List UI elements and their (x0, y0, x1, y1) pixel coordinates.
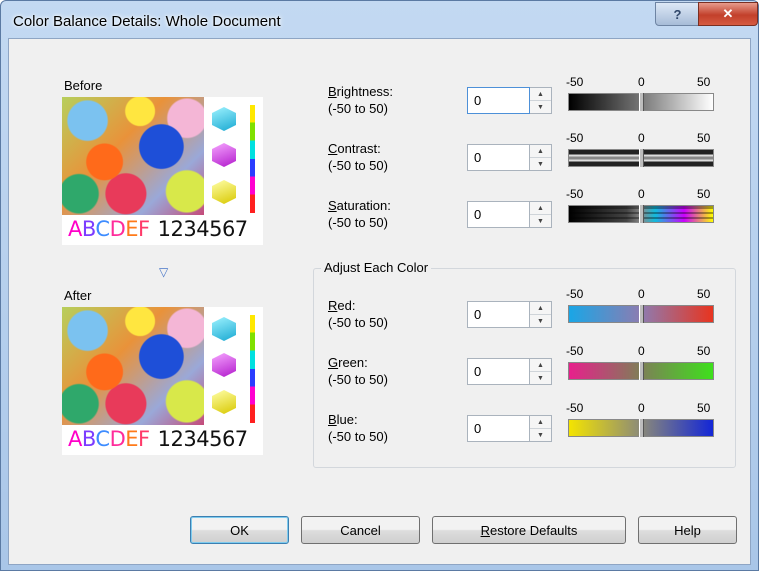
brightness-gradient-bar (568, 93, 714, 111)
red-spinbox[interactable]: ▲▼ (467, 301, 553, 330)
red-label: Red: (-50 to 50) (328, 298, 388, 330)
cyan-cube-icon (212, 107, 236, 131)
after-label: After (64, 288, 92, 303)
contrast-input[interactable] (467, 144, 530, 171)
restore-defaults-button[interactable]: Restore Defaults (432, 516, 626, 544)
spin-down-icon[interactable]: ▼ (530, 158, 551, 170)
scale-min-label: -50 (566, 401, 584, 415)
marbles-image (62, 97, 204, 215)
blue-label: Blue: (-50 to 50) (328, 412, 388, 444)
scale-max-label: 50 (697, 344, 711, 358)
arrow-down-icon: ▽ (159, 265, 169, 279)
spin-down-icon[interactable]: ▼ (530, 215, 551, 227)
contrast-gradient-bar (568, 149, 714, 167)
close-icon: ✕ (722, 6, 734, 21)
ok-button[interactable]: OK (190, 516, 289, 544)
after-preview-image: ABCDEF 1234567 (62, 307, 263, 455)
spin-up-icon[interactable]: ▲ (530, 88, 551, 101)
brightness-label: Brightness: (-50 to 50) (328, 84, 394, 116)
yellow-cube-icon (212, 180, 236, 204)
green-label: Green: (-50 to 50) (328, 355, 388, 387)
scale-mid-label: 0 (638, 75, 645, 89)
title-bar[interactable]: Color Balance Details: Whole Document ? … (1, 1, 758, 39)
spin-down-icon[interactable]: ▼ (530, 429, 551, 441)
scale-max-label: 50 (697, 75, 711, 89)
spin-down-icon[interactable]: ▼ (530, 315, 551, 327)
color-strip (250, 315, 255, 423)
scale-max-label: 50 (697, 187, 711, 201)
help-button[interactable]: Help (638, 516, 737, 544)
scale-mid-label: 0 (638, 131, 645, 145)
scale-mid-label: 0 (638, 187, 645, 201)
cancel-button[interactable]: Cancel (301, 516, 420, 544)
scale-mid-label: 0 (638, 401, 645, 415)
cyan-cube-icon (212, 317, 236, 341)
contrast-label: Contrast: (-50 to 50) (328, 141, 388, 173)
saturation-spinbox[interactable]: ▲▼ (467, 201, 553, 230)
spin-down-icon[interactable]: ▼ (530, 101, 551, 113)
scale-min-label: -50 (566, 131, 584, 145)
question-mark-icon: ? (673, 6, 682, 22)
saturation-gradient-bar (568, 205, 714, 223)
contrast-spinbox[interactable]: ▲▼ (467, 144, 553, 173)
before-preview-image: ABCDEF 1234567 (62, 97, 263, 245)
scale-max-label: 50 (697, 131, 711, 145)
help-title-button[interactable]: ? (655, 2, 700, 26)
saturation-input[interactable] (467, 201, 530, 228)
spin-up-icon[interactable]: ▲ (530, 359, 551, 372)
color-strip (250, 105, 255, 213)
red-gradient-bar (568, 305, 714, 323)
spin-up-icon[interactable]: ▲ (530, 202, 551, 215)
sample-text: ABCDEF 1234567 (68, 217, 248, 241)
blue-spinbox[interactable]: ▲▼ (467, 415, 553, 444)
brightness-input[interactable] (467, 87, 530, 114)
green-spinbox[interactable]: ▲▼ (467, 358, 553, 387)
close-button[interactable]: ✕ (698, 2, 758, 26)
yellow-cube-icon (212, 390, 236, 414)
scale-min-label: -50 (566, 287, 584, 301)
before-label: Before (64, 78, 103, 93)
scale-mid-label: 0 (638, 344, 645, 358)
scale-min-label: -50 (566, 75, 584, 89)
spin-up-icon[interactable]: ▲ (530, 302, 551, 315)
spin-up-icon[interactable]: ▲ (530, 416, 551, 429)
marbles-image (62, 307, 204, 425)
adjust-each-color-title: Adjust Each Color (321, 260, 432, 275)
window-title: Color Balance Details: Whole Document (13, 13, 281, 30)
spin-down-icon[interactable]: ▼ (530, 372, 551, 384)
magenta-cube-icon (212, 353, 236, 377)
scale-max-label: 50 (697, 287, 711, 301)
brightness-spinbox[interactable]: ▲▼ (467, 87, 553, 116)
spin-up-icon[interactable]: ▲ (530, 145, 551, 158)
scale-mid-label: 0 (638, 287, 645, 301)
blue-input[interactable] (467, 415, 530, 442)
saturation-label: Saturation: (-50 to 50) (328, 198, 391, 230)
magenta-cube-icon (212, 143, 236, 167)
scale-min-label: -50 (566, 344, 584, 358)
green-gradient-bar (568, 362, 714, 380)
scale-min-label: -50 (566, 187, 584, 201)
scale-max-label: 50 (697, 401, 711, 415)
red-input[interactable] (467, 301, 530, 328)
sample-text: ABCDEF 1234567 (68, 427, 248, 451)
blue-gradient-bar (568, 419, 714, 437)
green-input[interactable] (467, 358, 530, 385)
